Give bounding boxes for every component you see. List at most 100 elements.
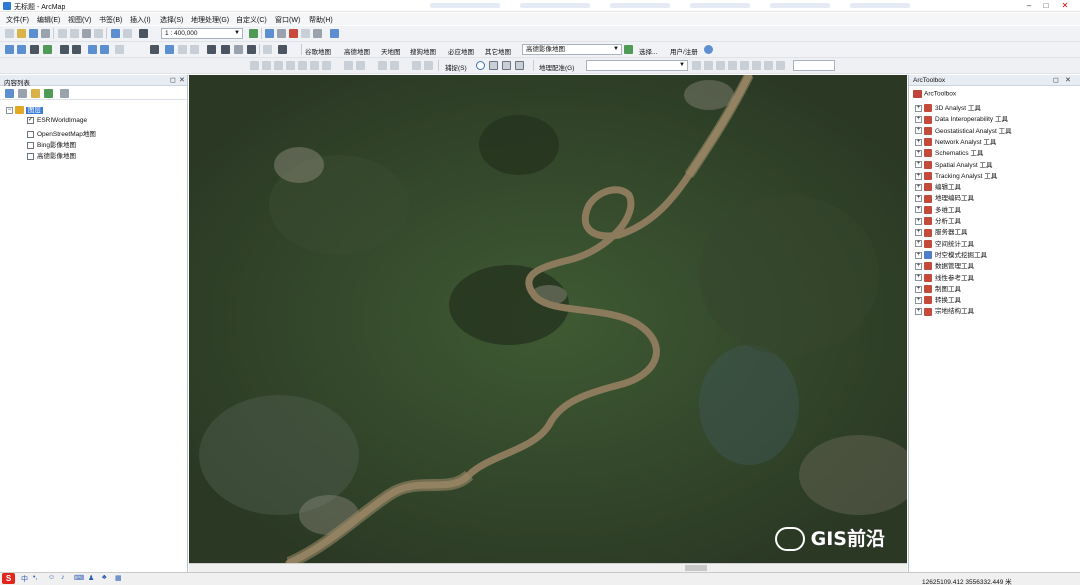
map-horizontal-scrollbar[interactable]: [189, 563, 907, 572]
data-frame-label[interactable]: 图层: [26, 107, 43, 114]
toolbox-item[interactable]: + Data Interoperability 工具: [915, 113, 1008, 124]
print-icon[interactable]: [41, 29, 50, 38]
toolbox-item[interactable]: + 编辑工具: [915, 181, 961, 192]
save-icon[interactable]: [29, 29, 38, 38]
add-data-icon[interactable]: [139, 29, 148, 38]
undo-icon[interactable]: [111, 29, 120, 38]
expand-icon[interactable]: +: [915, 195, 922, 203]
arctoolbox-root[interactable]: ArcToolbox: [913, 90, 956, 98]
auto-registration-icon[interactable]: [764, 61, 773, 70]
paste-icon[interactable]: [82, 29, 91, 38]
close-icon[interactable]: ✕: [1065, 76, 1071, 84]
map-display[interactable]: GIS前沿: [189, 75, 907, 563]
menu-geoprocessing[interactable]: 地理处理(G): [191, 15, 229, 25]
copy-icon[interactable]: [70, 29, 79, 38]
list-by-source-icon[interactable]: [18, 89, 27, 98]
expand-icon[interactable]: +: [915, 183, 922, 191]
ime-skin-icon[interactable]: ♣: [102, 574, 107, 581]
layer-item[interactable]: OpenStreetMap地图: [27, 128, 96, 139]
edit-tool-icon[interactable]: [250, 61, 259, 70]
rotate-icon[interactable]: [310, 61, 319, 70]
expand-icon[interactable]: +: [915, 285, 922, 293]
delete-icon[interactable]: [94, 29, 103, 38]
sogou-ime-icon[interactable]: S: [2, 573, 15, 584]
info-icon[interactable]: [704, 45, 713, 54]
list-by-drawing-order-icon[interactable]: [5, 89, 14, 98]
toolbox-item[interactable]: + Schematics 工具: [915, 147, 983, 158]
end-snap-icon[interactable]: [489, 61, 498, 70]
select-elements-icon[interactable]: [150, 45, 159, 54]
toolbox-item[interactable]: + 线性参考工具: [915, 272, 974, 283]
viewer-window-icon[interactable]: [263, 45, 272, 54]
collapse-icon[interactable]: −: [6, 106, 13, 114]
toolbox-item[interactable]: + 制图工具: [915, 283, 961, 294]
edge-snap-icon[interactable]: [515, 61, 524, 70]
expand-icon[interactable]: +: [915, 161, 922, 169]
open-icon[interactable]: [17, 29, 26, 38]
options-icon[interactable]: [60, 89, 69, 98]
auto-hide-icon[interactable]: ◻: [170, 76, 176, 84]
new-document-icon[interactable]: [5, 29, 14, 38]
forward-extent-icon[interactable]: [100, 45, 109, 54]
search-window-icon[interactable]: [330, 29, 339, 38]
ime-voice-icon[interactable]: ♪: [61, 574, 65, 581]
select-menu-button[interactable]: 选择...: [639, 46, 657, 56]
toolbox-item[interactable]: + 地理编码工具: [915, 192, 974, 203]
ime-user-icon[interactable]: ♟: [88, 574, 94, 582]
toolbox-item[interactable]: + 分析工具: [915, 215, 961, 226]
snapping-menu[interactable]: 捕捉(S): [445, 62, 467, 72]
split-icon[interactable]: [298, 61, 307, 70]
viewer-icon[interactable]: [752, 61, 761, 70]
menu-windows[interactable]: 窗口(W): [275, 15, 300, 25]
expand-icon[interactable]: +: [915, 251, 922, 259]
list-by-selection-icon[interactable]: [44, 89, 53, 98]
menu-view[interactable]: 视图(V): [68, 15, 91, 25]
python-icon[interactable]: [301, 29, 310, 38]
reshape-icon[interactable]: [274, 61, 283, 70]
layer-visibility-checkbox[interactable]: ✓: [27, 117, 34, 124]
toolbox-item[interactable]: + 数据管理工具: [915, 260, 974, 271]
redo-icon[interactable]: [123, 29, 132, 38]
back-extent-icon[interactable]: [88, 45, 97, 54]
expand-icon[interactable]: +: [915, 229, 922, 237]
fixed-zoom-out-icon[interactable]: [72, 45, 81, 54]
catalog-icon[interactable]: [277, 29, 286, 38]
menu-bookmarks[interactable]: 书签(B): [99, 15, 122, 25]
maximize-icon[interactable]: □: [1039, 0, 1053, 11]
toolbox-item[interactable]: + Spatial Analyst 工具: [915, 159, 992, 170]
cut-polygon-icon[interactable]: [286, 61, 295, 70]
sketch-properties-icon[interactable]: [344, 61, 353, 70]
georef-value-input[interactable]: [793, 60, 835, 71]
expand-icon[interactable]: +: [915, 116, 922, 124]
minimize-icon[interactable]: –: [1022, 0, 1036, 11]
toolbox-item[interactable]: + 多维工具: [915, 204, 961, 215]
tianditu-button[interactable]: 天地图: [381, 46, 401, 56]
dimension-icon[interactable]: [390, 61, 399, 70]
edit-vertices-icon[interactable]: [262, 61, 271, 70]
bing-map-button[interactable]: 必应地图: [448, 46, 474, 56]
toolbox-item[interactable]: + 转换工具: [915, 294, 961, 305]
basemap-select[interactable]: 高德影像地图 ▼: [522, 44, 622, 55]
scroll-thumb[interactable]: [685, 565, 707, 571]
time-slider-icon[interactable]: [247, 45, 256, 54]
ime-punctuation-icon[interactable]: •,: [33, 574, 37, 581]
close-icon[interactable]: ✕: [1058, 0, 1072, 11]
expand-icon[interactable]: +: [915, 308, 922, 316]
menu-customize[interactable]: 自定义(C): [236, 15, 267, 25]
fixed-zoom-in-icon[interactable]: [60, 45, 69, 54]
expand-icon[interactable]: +: [915, 138, 922, 146]
scale-icon[interactable]: [716, 61, 725, 70]
vertex-snap-icon[interactable]: [502, 61, 511, 70]
toolbox-item[interactable]: + 空间统计工具: [915, 238, 974, 249]
pen-icon[interactable]: [624, 45, 633, 54]
html-popup-icon[interactable]: [178, 45, 187, 54]
georef-layer-select[interactable]: ▼: [586, 60, 688, 71]
go-to-xy-icon[interactable]: [221, 45, 230, 54]
ime-emoji-icon[interactable]: ☺: [48, 574, 55, 581]
end-point-arc-icon[interactable]: [424, 61, 433, 70]
pan-icon[interactable]: [30, 45, 39, 54]
amap-button[interactable]: 高德地图: [344, 46, 370, 56]
toolbox-item[interactable]: + Network Analyst 工具: [915, 136, 996, 147]
layer-item[interactable]: ✓ ESRIWorldImage: [27, 117, 87, 128]
georeferencing-menu[interactable]: 地理配准(G): [539, 62, 574, 72]
